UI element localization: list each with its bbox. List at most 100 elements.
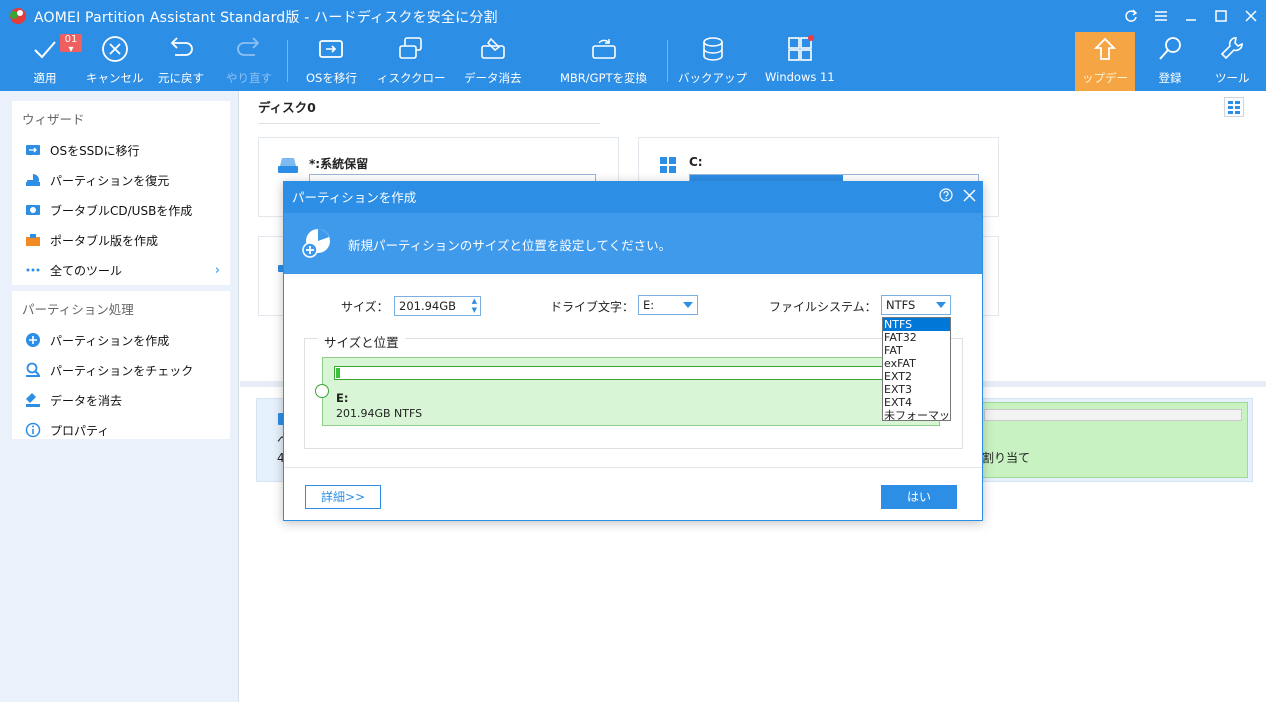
partition-panel: パーティション処理 パーティションを作成 パーティションをチェック データを消去… [12,291,230,439]
mbr-gpt-button[interactable]: MBR/GPTを変換 [560,34,647,90]
partition-letter: E: [336,391,349,405]
upload-arrow-icon [1088,34,1122,64]
toolbar-divider [667,40,668,82]
dialog-header: パーティションを作成 [284,182,982,213]
check-icon [24,362,42,378]
drive-letter-select[interactable]: E: [638,295,698,315]
filesystem-option[interactable]: FAT [883,344,950,357]
drive-icon [278,158,298,173]
cancel-button[interactable]: キャンセル [86,34,144,90]
window-title: AOMEI Partition Assistant Standard版 - ハー… [34,10,498,26]
backup-button[interactable]: バックアップ [678,34,747,90]
dialog-close-icon[interactable] [963,182,976,213]
mbr-gpt-label: MBR/GPTを変換 [560,71,648,85]
minimize-icon[interactable] [1176,0,1206,32]
migrate-disk-icon [314,34,348,64]
dialog-divider [284,467,982,468]
filesystem-select[interactable]: NTFS [881,295,951,315]
redo-button[interactable]: やり直す [226,34,272,90]
title-toolbar: AOMEI Partition Assistant Standard版 - ハー… [0,0,1266,91]
pending-ops-badge: 01 ▾ [60,34,82,55]
disk-clone-label: ィスククロー [377,71,446,85]
dialog-title: パーティションを作成 [292,190,417,205]
drive-letter-label: ドライブ文字： [550,300,635,314]
divider [258,123,600,124]
chevron-down-icon [936,302,946,308]
cancel-icon [98,34,132,64]
partition-fill [336,368,340,378]
sidebar-item-check-partition[interactable]: パーティションをチェック [12,355,230,385]
apply-button[interactable]: 適用 [28,34,62,90]
wipe-icon [24,392,42,408]
sidebar-item-all-tools[interactable]: 全てのツール › [12,255,230,285]
windows-icon [783,34,817,64]
ok-button[interactable]: はい [881,485,957,509]
undo-icon [164,34,198,64]
undo-button[interactable]: 元に戻す [158,34,204,90]
windows11-label: Windows 11 [765,70,835,84]
menu-icon[interactable] [1146,0,1176,32]
disk-label: ディスク0 [258,100,316,115]
recover-icon [24,172,42,188]
filesystem-option[interactable]: FAT32 [883,331,950,344]
sidebar-item-label: プロパティ [50,423,110,438]
undo-label: 元に戻す [158,71,204,85]
dialog-banner: 新規パーティションのサイズと位置を設定してください。 [284,213,982,274]
filesystem-option[interactable]: NTFS [883,318,950,331]
wipe-data-label: データ消去 [464,71,522,85]
view-toggle-icon[interactable] [1224,97,1244,117]
help-icon[interactable] [939,182,953,213]
filesystem-option[interactable]: EXT3 [883,383,950,396]
wizard-title: ウィザード [22,112,85,127]
tools-label: ツール [1215,71,1250,85]
unallocated-label: 割り当て [982,451,1031,465]
filesystem-option[interactable]: exFAT [883,357,950,370]
disk-clone-button[interactable]: ィスククロー [377,34,446,90]
backup-label: バックアップ [678,71,747,85]
sidebar-item-create-partition[interactable]: パーティションを作成 [12,325,230,355]
sidebar-item-label: パーティションを復元 [50,173,170,188]
migrate-os-button[interactable]: OSを移行 [306,34,357,90]
migrate-icon [24,142,42,158]
filesystem-option[interactable]: EXT2 [883,370,950,383]
close-icon[interactable] [1236,0,1266,32]
tools-button[interactable]: ツール [1215,34,1250,90]
sidebar: ウィザード OSをSSDに移行 パーティションを復元 ブータブルCD/USBを作… [0,91,239,702]
update-button[interactable]: ップデー [1075,32,1135,91]
eraser-disk-icon [476,34,510,64]
spinner-icon[interactable]: ▲ ▼ [472,297,477,315]
details-button[interactable]: 詳細>> [305,485,381,509]
migrate-os-label: OSを移行 [306,71,357,85]
partition-size-bar[interactable] [334,366,932,380]
key-icon [1153,34,1187,64]
wipe-data-button[interactable]: データ消去 [464,34,522,90]
sidebar-item-properties[interactable]: プロパティ [12,415,230,445]
resize-handle[interactable] [315,384,329,398]
sidebar-item-label: ブータブルCD/USBを作成 [50,203,193,218]
filesystem-option[interactable]: 未フォーマット [883,409,950,422]
cancel-label: キャンセル [86,71,144,85]
create-partition-icon [24,332,42,348]
sidebar-item-label: ポータブル版を作成 [50,233,159,248]
windows11-button[interactable]: Windows 11 [765,34,835,90]
toolbar-divider [287,40,288,82]
sidebar-item-label: データを消去 [50,393,123,408]
info-icon [24,422,42,438]
clone-icon [394,34,428,64]
filesystem-label: ファイルシステム： [769,300,877,314]
sidebar-item-migrate-os[interactable]: OSをSSDに移行 [12,135,230,165]
sidebar-item-label: パーティションを作成 [50,333,170,348]
more-icon [24,262,42,278]
filesystem-dropdown-list: NTFS FAT32 FAT exFAT EXT2 EXT3 EXT4 未フォー… [882,317,951,422]
refresh-icon[interactable] [1116,0,1146,32]
register-button[interactable]: 登録 [1153,34,1187,90]
apply-label: 適用 [33,71,57,85]
sidebar-item-wipe-data[interactable]: データを消去 [12,385,230,415]
sidebar-item-recover-partition[interactable]: パーティションを復元 [12,165,230,195]
partition-name: C: [689,155,703,169]
sidebar-item-portable[interactable]: ポータブル版を作成 [12,225,230,255]
sidebar-item-bootable-media[interactable]: ブータブルCD/USBを作成 [12,195,230,225]
filesystem-option[interactable]: EXT4 [883,396,950,409]
size-input[interactable]: 201.94GB ▲ ▼ [394,296,481,316]
maximize-icon[interactable] [1206,0,1236,32]
